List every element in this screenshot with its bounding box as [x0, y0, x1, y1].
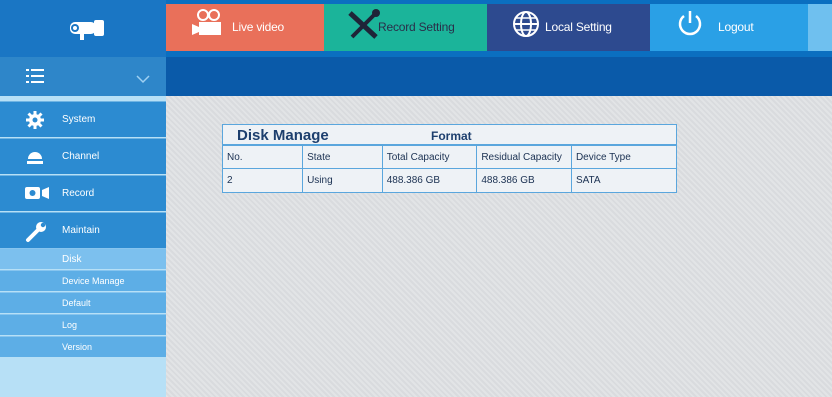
- column-header: Device Type: [570, 145, 676, 169]
- sidebar-subitem-disk[interactable]: Disk: [0, 248, 166, 269]
- sidebar-item-label: Record: [62, 188, 95, 199]
- table-cell: 488.386 GB: [476, 168, 572, 192]
- table-cell: SATA: [570, 168, 676, 192]
- main-content: Disk Manage Format No. State Total Capac…: [166, 96, 832, 397]
- sidebar-subitem-label: Disk: [62, 254, 82, 265]
- column-header: Residual Capacity: [476, 145, 572, 169]
- column-header: No.: [223, 145, 304, 169]
- disk-manage-panel: Disk Manage Format No. State Total Capac…: [222, 124, 677, 193]
- sidebar-item-record[interactable]: Record: [0, 175, 166, 211]
- tab-local-setting[interactable]: Local Setting: [487, 4, 650, 51]
- panel-title: Disk Manage: [237, 127, 329, 144]
- tab-label: Record Setting: [378, 20, 455, 34]
- record-icon: [25, 186, 49, 203]
- tab-label: Local Setting: [545, 20, 612, 34]
- sub-header-bar: [166, 57, 832, 96]
- power-icon: [676, 9, 704, 42]
- sidebar-item-label: Maintain: [62, 225, 100, 236]
- sidebar-subitem-version[interactable]: Version: [0, 336, 166, 357]
- sidebar-item-label: System: [62, 114, 96, 125]
- sidebar-subitem-log[interactable]: Log: [0, 314, 166, 335]
- sidebar-item-label: Channel: [62, 151, 100, 162]
- column-header: State: [302, 145, 383, 169]
- sidebar: System Channel Record Maintain Disk Devi…: [0, 57, 166, 397]
- tab-label: Logout: [718, 20, 754, 34]
- logout-button[interactable]: Logout: [650, 4, 808, 51]
- table-cell: 2: [223, 168, 304, 192]
- wrench-icon: [25, 221, 47, 246]
- live-video-icon: [192, 9, 226, 42]
- tab-more[interactable]: [808, 4, 832, 51]
- panel-header: Disk Manage Format: [223, 125, 676, 145]
- sidebar-subitem-label: Version: [62, 342, 93, 352]
- tools-icon: [346, 9, 382, 44]
- table-cell: 488.386 GB: [381, 168, 478, 192]
- top-navigation-bar: Live video Record Setting Local Setting: [0, 0, 832, 57]
- menu-icon: [26, 68, 44, 89]
- globe-icon: [511, 9, 541, 42]
- table-row[interactable]: 2 Using 488.386 GB 488.386 GB SATA: [223, 168, 676, 192]
- sidebar-subitem-device-manage[interactable]: Device Manage: [0, 270, 166, 291]
- dome-camera-icon: [25, 147, 45, 170]
- sidebar-item-channel[interactable]: Channel: [0, 138, 166, 174]
- gear-icon: [25, 110, 45, 133]
- tab-label: Live video: [232, 20, 285, 34]
- sidebar-subitem-default[interactable]: Default: [0, 292, 166, 313]
- sidebar-subitem-label: Log: [62, 320, 78, 330]
- tab-record-setting[interactable]: Record Setting: [324, 4, 487, 51]
- sidebar-subitem-label: Default: [62, 298, 91, 308]
- sidebar-subitem-label: Device Manage: [62, 276, 125, 286]
- camera-logo-icon: [0, 0, 166, 57]
- format-button[interactable]: Format: [431, 129, 472, 143]
- tab-live-video[interactable]: Live video: [166, 4, 324, 51]
- column-header: Total Capacity: [381, 145, 478, 169]
- sidebar-item-system[interactable]: System: [0, 101, 166, 137]
- disk-table: No. State Total Capacity Residual Capaci…: [223, 145, 676, 192]
- menu-toggle-button[interactable]: [0, 57, 166, 96]
- table-header-row: No. State Total Capacity Residual Capaci…: [223, 145, 676, 169]
- chevron-down-icon: [136, 71, 150, 89]
- table-cell: Using: [302, 168, 383, 192]
- sidebar-item-maintain[interactable]: Maintain: [0, 212, 166, 248]
